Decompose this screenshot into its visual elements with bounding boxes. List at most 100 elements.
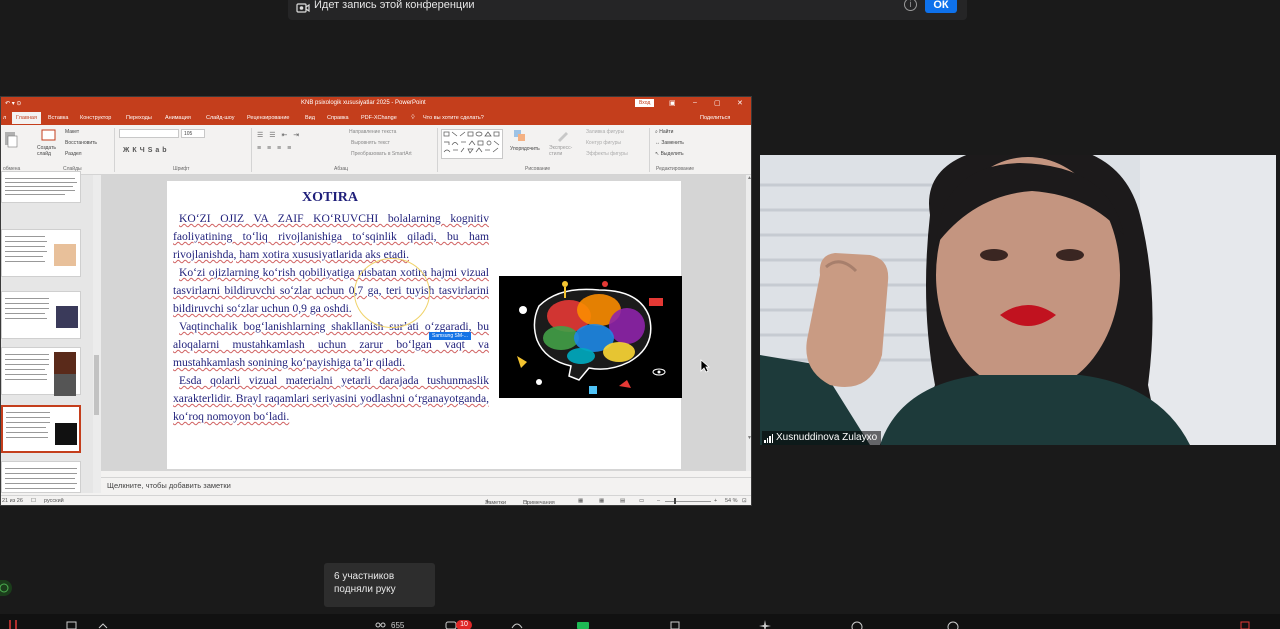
zoom-in-icon[interactable]: + [714, 498, 717, 504]
zoom-slider-thumb[interactable] [674, 498, 676, 504]
notes-pane[interactable]: Щелкните, чтобы добавить заметки [101, 477, 751, 491]
minimize-icon[interactable]: – [693, 99, 697, 106]
quick-styles-button[interactable]: Экспресс-стили [549, 145, 577, 157]
slide-thumbnail-selected[interactable] [1, 405, 81, 453]
ok-button[interactable]: ОК [925, 0, 957, 13]
align-text-button[interactable]: Выровнять текст [351, 140, 390, 146]
more-options-icon[interactable] [946, 618, 960, 629]
shape-effects-button[interactable]: Эффекты фигуры [586, 151, 628, 157]
font-format-buttons[interactable]: ЖКЧSab [123, 147, 170, 154]
mouse-cursor-icon [700, 359, 710, 373]
slide-scrollbar[interactable]: ▲ ▼ [746, 175, 751, 471]
slide-title[interactable]: XOTIRA [167, 190, 493, 206]
slide-thumbnail[interactable] [1, 291, 81, 339]
info-icon[interactable]: i [904, 0, 917, 11]
group-paragraph-label: Абзац [334, 166, 349, 172]
tell-me-search[interactable]: Что вы хотите сделать? [423, 115, 484, 121]
quick-access-icons[interactable]: ↶ ▾ ⊙ [5, 100, 21, 107]
align-buttons[interactable]: ≡ ≡ ≡ ≡ [257, 145, 293, 152]
font-size-box[interactable]: 105 [181, 129, 205, 138]
share-button[interactable]: Поделиться [700, 115, 730, 121]
layout-button[interactable]: Макет [65, 129, 79, 135]
record-icon[interactable] [668, 618, 682, 629]
mute-microphone-icon[interactable] [6, 618, 20, 629]
raise-hand-status-indicator[interactable] [0, 580, 12, 596]
replace-label: Заменить [661, 140, 684, 146]
tab-file[interactable]: л [3, 115, 6, 121]
tab-pdfxchange[interactable]: PDF-XChange [361, 115, 397, 121]
zoom-slider[interactable] [665, 501, 711, 502]
tab-review[interactable]: Рецензирование [247, 115, 289, 121]
shape-outline-button[interactable]: Контур фигуры [586, 140, 621, 146]
raised-hands-notification[interactable]: 6 участников подняли руку [324, 563, 435, 607]
group-editing-label: Редактирование [656, 166, 695, 172]
tab-home[interactable]: Главная [12, 112, 41, 124]
chevron-up-icon[interactable] [96, 618, 110, 629]
list-buttons[interactable]: ☰ ☰ ⇤ ⇥ [257, 131, 301, 139]
quick-styles-icon[interactable] [556, 129, 570, 143]
shapes-gallery[interactable] [441, 129, 503, 159]
thumbnail-scrollbar[interactable] [93, 175, 101, 493]
text-direction-button[interactable]: Направление текста [349, 129, 396, 135]
share-screen-icon[interactable] [576, 618, 590, 629]
paste-icon[interactable] [3, 130, 19, 160]
slide-sorter-icon[interactable]: ▦ [599, 498, 604, 504]
find-button[interactable]: ⌕ Найти [655, 129, 673, 135]
find-label: Найти [659, 129, 674, 135]
smartart-button[interactable]: Преобразовать в SmartArt [351, 151, 412, 157]
font-name-box[interactable] [119, 129, 179, 138]
zoom-level[interactable]: 54 % [725, 498, 738, 504]
normal-view-icon[interactable]: ▦ [578, 498, 583, 504]
arrange-icon[interactable] [513, 129, 527, 143]
slideshow-icon[interactable]: ▭ [639, 498, 644, 504]
tab-slideshow[interactable]: Слайд-шоу [206, 115, 235, 121]
reset-button[interactable]: Восстановить [65, 140, 97, 146]
new-slide-icon[interactable] [41, 129, 57, 143]
slide-thumbnail[interactable] [1, 347, 81, 396]
replace-button[interactable]: ↔ Заменить [655, 140, 684, 146]
slide-thumbnails-pane[interactable] [1, 171, 93, 493]
language-indicator[interactable]: русский [44, 498, 64, 504]
reading-view-icon[interactable]: ▤ [620, 498, 625, 504]
tab-help[interactable]: Справка [327, 115, 349, 121]
select-button[interactable]: ↖ Выделить [655, 151, 684, 157]
ai-companion-icon[interactable] [758, 618, 772, 629]
brain-illustration[interactable]: GA [499, 276, 682, 398]
spellcheck-icon[interactable]: ☐ [31, 498, 36, 504]
slide-paragraph: KOʻZI OJIZ VA ZAIF KOʻRUVCHI bolalarning… [173, 212, 489, 261]
reactions-icon[interactable] [510, 618, 524, 629]
current-slide[interactable]: XOTIRA KOʻZI OJIZ VA ZAIF KOʻRUVCHI bola… [167, 181, 682, 469]
tab-design[interactable]: Конструктор [80, 115, 111, 121]
close-icon[interactable]: ✕ [737, 99, 743, 107]
participants-icon[interactable] [373, 618, 387, 629]
section-button[interactable]: Раздел [65, 151, 82, 157]
participant-video-tile[interactable]: Xusnuddinova Zulayxo [760, 155, 1276, 445]
ppt-ribbon: Создать слайд Макет Восстановить Раздел … [1, 125, 751, 175]
tab-animations[interactable]: Анимация [165, 115, 191, 121]
zoom-meeting-window: Идет запись этой конференции i ОК ↶ ▾ ⊙ … [0, 0, 1280, 629]
scroll-down-icon[interactable]: ▼ [747, 435, 751, 441]
info-circle-icon[interactable] [850, 618, 864, 629]
security-icon[interactable] [1238, 618, 1252, 629]
lightbulb-icon[interactable]: 💡︎ [411, 115, 415, 122]
fit-slide-icon[interactable]: ⊡ [742, 498, 747, 504]
ribbon-display-icon[interactable]: ▣ [669, 99, 676, 107]
video-camera-icon[interactable] [66, 618, 80, 629]
slide-thumbnail[interactable] [1, 171, 81, 203]
slide-thumbnail[interactable] [1, 461, 81, 493]
tab-transitions[interactable]: Переходы [126, 115, 152, 121]
shape-fill-button[interactable]: Заливка фигуры [586, 129, 624, 135]
signin-button[interactable]: Вход [635, 99, 655, 107]
tab-view[interactable]: Вид [305, 115, 315, 121]
arrange-button[interactable]: Упорядочить [510, 146, 540, 152]
notes-toggle-label: Заметки [485, 500, 507, 506]
slide-thumbnail[interactable] [1, 229, 81, 277]
create-slide-button[interactable]: Создать слайд [37, 145, 61, 157]
tab-insert[interactable]: Вставка [48, 115, 68, 121]
maximize-icon[interactable]: ▢ [714, 99, 721, 107]
zoom-out-icon[interactable]: – [657, 498, 660, 504]
slide-counter: 21 из 26 [2, 498, 23, 504]
slide-body-text[interactable]: KOʻZI OJIZ VA ZAIF KOʻRUVCHI bolalarning… [173, 210, 489, 426]
scroll-up-icon[interactable]: ▲ [747, 175, 751, 181]
slide-editing-area[interactable]: XOTIRA KOʻZI OJIZ VA ZAIF KOʻRUVCHI bola… [101, 175, 746, 471]
